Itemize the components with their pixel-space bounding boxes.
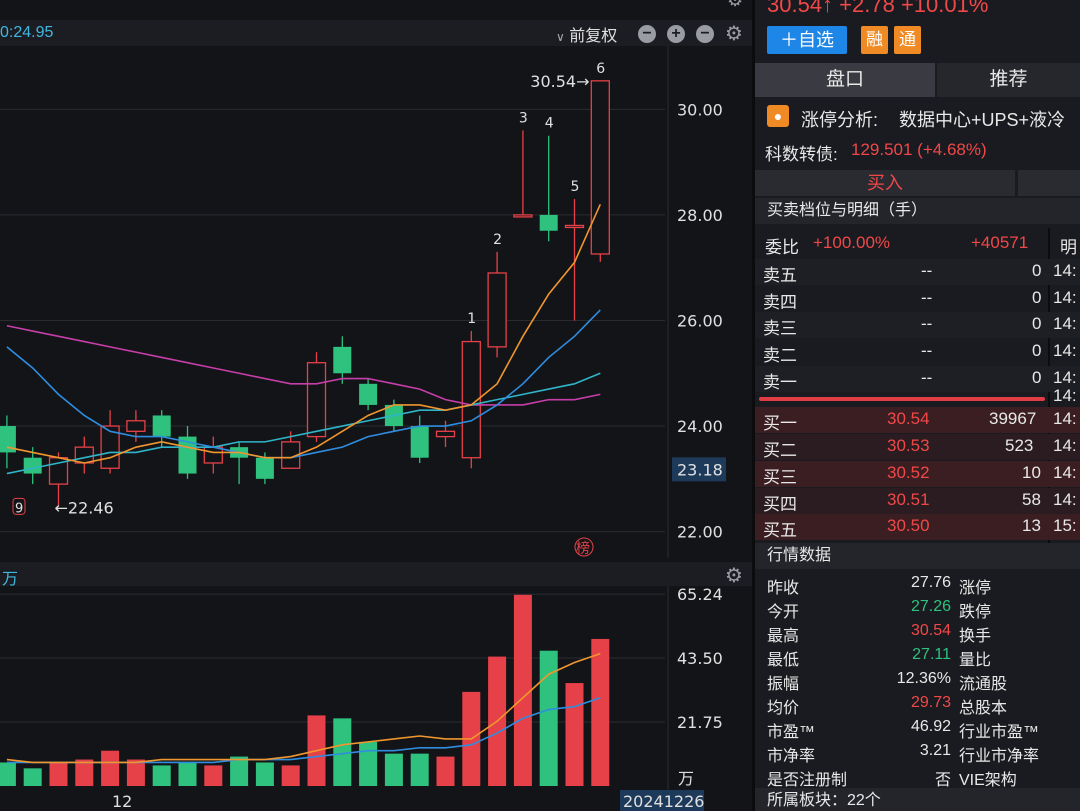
candle-body bbox=[564, 224, 585, 229]
volume-bar bbox=[75, 759, 94, 786]
date-label: 20241226 bbox=[623, 792, 704, 811]
candle-body bbox=[333, 346, 352, 374]
volume-toolbar bbox=[0, 562, 752, 586]
quote-panel: 30.54↑ +2.78 +10.01% ＋自选 融 通 盘口 推荐 ● 涨停分… bbox=[755, 0, 1080, 811]
volume-unit: 万 bbox=[678, 769, 694, 788]
candle-body bbox=[255, 457, 274, 479]
minimize-icon[interactable]: − bbox=[696, 25, 714, 43]
zoom-in-icon[interactable]: + bbox=[667, 25, 685, 43]
candle-body bbox=[435, 430, 456, 438]
nine-label: 9 bbox=[15, 501, 23, 516]
price-chart[interactable]: 30.00 28.00 26.00 24.00 22.00 23.18 1 2 3 4 5 6 30.5… bbox=[0, 46, 752, 558]
volume-bar bbox=[101, 750, 120, 786]
sector-row[interactable]: 所属板块：22个 bbox=[755, 788, 1080, 811]
low-marker: ←22.46 bbox=[55, 498, 114, 517]
ask-bid-separator bbox=[759, 397, 1045, 401]
bid-row[interactable]: 买五 30.50 13 15: bbox=[755, 514, 1080, 540]
bid-row[interactable]: 买二 30.53 523 14: bbox=[755, 434, 1080, 460]
volume-bar bbox=[49, 762, 68, 786]
quote-row: 市净率 3.21 行业市净率 bbox=[767, 742, 1040, 765]
y-tick-label: 28.00 bbox=[677, 206, 723, 225]
y-tick-label: 30.00 bbox=[677, 100, 723, 119]
ma-line-orange bbox=[6, 204, 602, 464]
quote-row: 最高 30.54 换手 bbox=[767, 622, 992, 645]
quote-row: 昨收 27.76 涨停 bbox=[767, 574, 992, 597]
volume-chart[interactable]: 65.24 43.50 21.75 万 12 20241226 bbox=[0, 586, 752, 811]
candle-body bbox=[539, 214, 558, 231]
ma-value-label: 0:24.95 bbox=[0, 24, 54, 41]
volume-bar bbox=[410, 753, 429, 786]
volume-bar bbox=[23, 768, 42, 786]
candle-body bbox=[306, 362, 327, 438]
candle-body bbox=[152, 415, 171, 437]
gear-icon[interactable]: ⚙ bbox=[725, 21, 743, 46]
ask-row[interactable]: 卖四 -- 0 14: bbox=[755, 286, 1080, 312]
ask-row[interactable]: 卖二 -- 0 14: bbox=[755, 339, 1080, 365]
quote-row: 是否注册制否 VIE架构 bbox=[767, 772, 1017, 789]
bid-row[interactable]: 买一 30.54 39967 14: bbox=[755, 407, 1080, 433]
candle-body bbox=[359, 383, 378, 405]
volume-bar bbox=[436, 756, 455, 786]
adjust-label: 前复权 bbox=[569, 28, 618, 45]
candle-number-label: 2 bbox=[493, 232, 502, 248]
volume-bar bbox=[178, 762, 197, 786]
volume-bar bbox=[513, 594, 532, 786]
volume-bar bbox=[0, 762, 16, 786]
volume-bar bbox=[384, 753, 403, 786]
candle-body bbox=[126, 420, 146, 432]
bid-row[interactable]: 买四 30.51 58 14: bbox=[755, 488, 1080, 514]
quote-row: 均价 29.73 总股本 bbox=[767, 694, 1008, 717]
candle-number-label: 5 bbox=[571, 179, 580, 195]
volume-bar bbox=[591, 638, 610, 786]
quote-row: 今开 27.26 跌停 bbox=[767, 598, 992, 621]
candle-number-label: 4 bbox=[545, 116, 554, 132]
current-price-label: 23.18 bbox=[677, 460, 723, 479]
volume-tick-label: 43.50 bbox=[677, 649, 723, 668]
y-tick-label: 22.00 bbox=[677, 523, 723, 542]
x-axis-label: 12 bbox=[112, 792, 132, 811]
volume-bar bbox=[359, 741, 378, 786]
ask-row[interactable]: 卖五 -- 0 14: bbox=[755, 259, 1080, 285]
quote-row: 市盈™ 46.92 行业市盈™ bbox=[767, 718, 1040, 741]
kline-chart-panel[interactable]: 0:24.95 ∨ 前复权 − + − ⚙ ⚙ 30.00 28.00 26.00 2… bbox=[0, 0, 752, 811]
high-marker: 30.54→ bbox=[530, 72, 589, 91]
rank-badge: 榜 bbox=[576, 540, 590, 557]
volume-bar bbox=[281, 765, 300, 786]
y-tick-label: 26.00 bbox=[677, 311, 723, 330]
quote-row: 最低 27.11 量比 bbox=[767, 646, 992, 669]
volume-bar bbox=[565, 683, 584, 786]
ask-row[interactable]: 卖三 -- 0 14: bbox=[755, 312, 1080, 338]
adjust-dropdown[interactable]: ∨ 前复权 bbox=[556, 22, 617, 46]
candle-body bbox=[203, 446, 223, 464]
bid-row[interactable]: 买三 30.52 10 14: bbox=[755, 461, 1080, 487]
y-tick-label: 24.00 bbox=[677, 417, 723, 436]
candle-body bbox=[513, 214, 533, 218]
zoom-out-icon[interactable]: − bbox=[638, 25, 656, 43]
candle-number-label: 3 bbox=[519, 110, 528, 126]
chevron-down-icon: ∨ bbox=[556, 30, 565, 44]
candle-number-label: 6 bbox=[596, 61, 605, 77]
volume-bar bbox=[255, 762, 274, 786]
volume-bar bbox=[126, 759, 145, 786]
volume-gear-icon[interactable]: ⚙ bbox=[725, 563, 743, 588]
volume-tick-label: 65.24 bbox=[677, 586, 723, 604]
candle-body bbox=[23, 457, 42, 474]
volume-bar bbox=[152, 765, 171, 786]
candle-body bbox=[74, 446, 94, 464]
volume-ma-orange bbox=[6, 652, 601, 764]
quote-row: 振幅 12.36% 流通股 bbox=[767, 670, 1008, 693]
quote-table: 昨收 27.76 涨停 今开 27.26 跌停 最高 30.54 换手 最低 27.11 量比 … bbox=[755, 572, 1080, 789]
candle-number-label: 1 bbox=[467, 311, 476, 327]
volume-tick-label: 21.75 bbox=[677, 713, 723, 732]
candle-body bbox=[487, 272, 507, 348]
volume-bar bbox=[204, 765, 223, 786]
candle-body bbox=[410, 426, 429, 458]
candle-body bbox=[590, 80, 610, 255]
gear-icon-top[interactable]: ⚙ bbox=[727, 0, 743, 11]
quote-section-title: 行情数据 bbox=[755, 543, 1080, 569]
